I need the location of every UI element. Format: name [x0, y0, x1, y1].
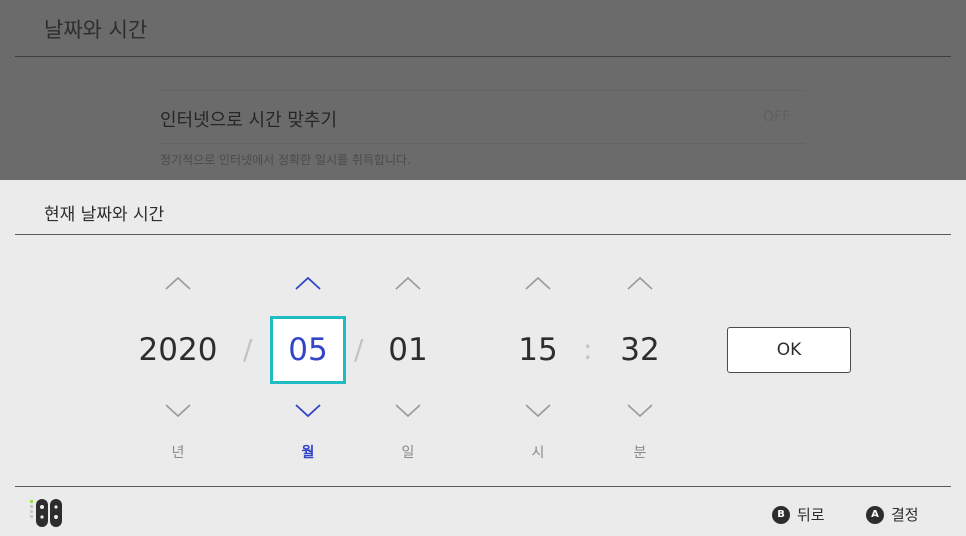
chevron-down-icon[interactable]: [293, 402, 323, 420]
footer-bar: B 뒤로 A 결정: [0, 487, 966, 536]
chevron-up-icon[interactable]: [163, 274, 193, 292]
chevron-up-icon[interactable]: [523, 274, 553, 292]
year-field[interactable]: 2020 년: [126, 266, 230, 466]
chevron-up-icon[interactable]: [625, 274, 655, 292]
hour-field[interactable]: 15 시: [500, 266, 576, 466]
back-button-label: 뒤로: [797, 506, 825, 524]
minute-unit-label: 분: [633, 445, 647, 461]
year-unit-label: 년: [171, 445, 185, 461]
day-value: 01: [388, 332, 428, 368]
hour-value: 15: [518, 332, 558, 368]
ok-button[interactable]: OK: [727, 327, 851, 373]
year-value: 2020: [138, 332, 218, 368]
internet-time-sync-description: 정기적으로 인터넷에서 정확한 일시를 취득합니다.: [160, 153, 411, 167]
back-button[interactable]: B 뒤로: [772, 504, 825, 525]
month-value: 05: [288, 332, 328, 368]
chevron-down-icon[interactable]: [393, 402, 423, 420]
divider: [15, 234, 951, 235]
minute-value: 32: [620, 332, 660, 368]
joy-con-controller-icon: [30, 498, 78, 532]
divider: [160, 90, 805, 91]
chevron-up-icon[interactable]: [293, 274, 323, 292]
time-separator: :: [583, 333, 593, 366]
divider: [15, 56, 951, 57]
month-unit-label: 월: [301, 445, 315, 461]
confirm-button-label: 결정: [891, 506, 919, 524]
internet-time-sync-label: 인터넷으로 시간 맞추기: [160, 110, 338, 131]
chevron-up-icon[interactable]: [393, 274, 423, 292]
day-field[interactable]: 01 일: [370, 266, 446, 466]
confirm-button[interactable]: A 결정: [866, 504, 919, 525]
chevron-down-icon[interactable]: [163, 402, 193, 420]
date-time-dialog: 현재 날짜와 시간 2020 년 / 05 월 / 01 일 15 시: 32…: [0, 180, 966, 536]
day-unit-label: 일: [401, 445, 415, 461]
month-field[interactable]: 05 월: [270, 266, 346, 466]
chevron-down-icon[interactable]: [625, 402, 655, 420]
background-page-title: 날짜와 시간: [44, 18, 148, 42]
dialog-title: 현재 날짜와 시간: [44, 205, 165, 225]
internet-time-sync-value: OFF: [763, 109, 791, 125]
divider: [160, 143, 805, 144]
date-separator: /: [243, 333, 253, 366]
hour-unit-label: 시: [531, 445, 545, 461]
date-separator: /: [354, 333, 364, 366]
minute-field[interactable]: 32 분: [602, 266, 678, 466]
b-button-icon: B: [772, 505, 790, 524]
a-button-icon: A: [866, 505, 884, 524]
background-settings-screen: 날짜와 시간 인터넷으로 시간 맞추기 OFF 정기적으로 인터넷에서 정확한 …: [0, 0, 966, 180]
chevron-down-icon[interactable]: [523, 402, 553, 420]
